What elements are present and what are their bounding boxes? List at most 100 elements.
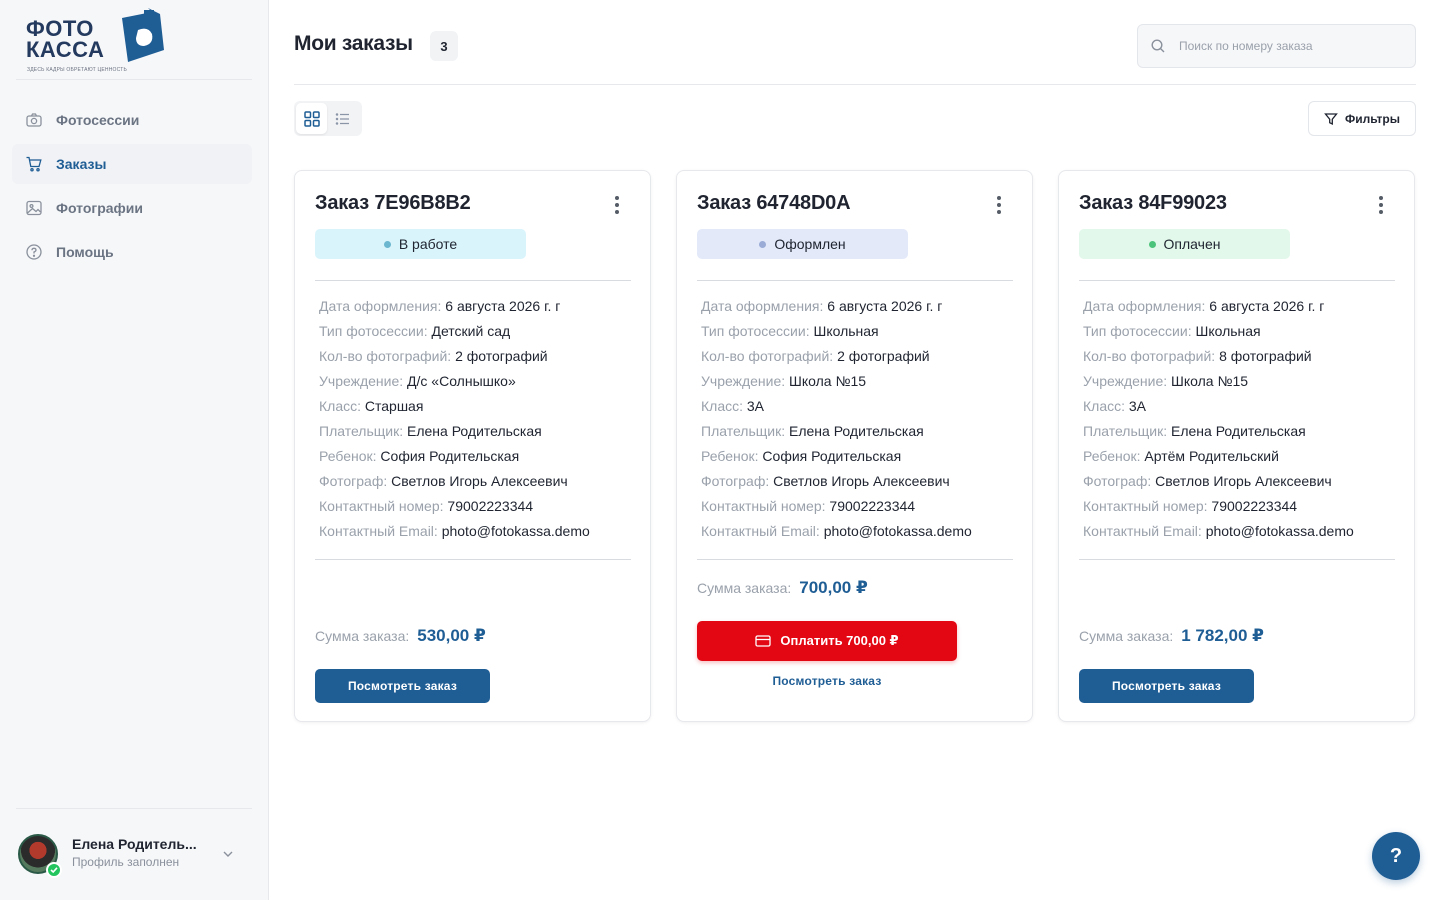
- status-dot: [1148, 240, 1156, 248]
- profile-menu[interactable]: Елена Родитель... Профиль заполнен: [16, 830, 252, 880]
- status-dot: [383, 240, 391, 248]
- order-card: Заказ 64748D0A Оформлен Дата оформления:…: [676, 170, 1033, 722]
- detail-value: 3А: [1128, 398, 1147, 414]
- more-vertical-icon[interactable]: [1371, 193, 1391, 217]
- detail-row: Контактный номер: 79002223344: [319, 494, 635, 519]
- detail-key: Дата оформления:: [1083, 298, 1206, 314]
- grid-view-button[interactable]: [296, 103, 327, 134]
- detail-row: Кол-во фотографий: 2 фотографий: [701, 344, 1017, 369]
- detail-key: Контактный номер:: [701, 498, 826, 514]
- sidebar-item-help[interactable]: Помощь: [12, 232, 252, 272]
- detail-value: Елена Родительская: [407, 423, 542, 439]
- detail-row: Контактный Email: photo@fotokassa.demo: [1083, 519, 1399, 544]
- chevron-down-icon[interactable]: [220, 846, 236, 862]
- search-box[interactable]: [1137, 24, 1416, 68]
- detail-key: Кол-во фотографий:: [701, 348, 834, 364]
- detail-key: Плательщик:: [701, 423, 786, 439]
- search-input[interactable]: [1179, 39, 1399, 53]
- sidebar-item-label: Заказы: [56, 156, 107, 172]
- more-vertical-icon[interactable]: [989, 193, 1009, 217]
- detail-value: 79002223344: [829, 498, 916, 514]
- status-badge: Оплачен: [1079, 229, 1290, 259]
- list-icon: [335, 112, 349, 125]
- filters-button[interactable]: Фильтры: [1308, 101, 1416, 136]
- detail-row: Фотограф: Светлов Игорь Алексеевич: [701, 469, 1017, 494]
- detail-value: Светлов Игорь Алексеевич: [391, 473, 568, 489]
- order-details: Дата оформления: 6 августа 2026 г. г Тип…: [701, 294, 1017, 544]
- detail-value: София Родительская: [380, 448, 520, 464]
- detail-row: Плательщик: Елена Родительская: [701, 419, 1017, 444]
- detail-value: 79002223344: [1211, 498, 1298, 514]
- order-sum: Сумма заказа: 700,00 ₽: [697, 578, 868, 598]
- credit-card-icon: [755, 635, 772, 647]
- help-circle-icon: [25, 243, 43, 261]
- detail-key: Плательщик:: [1083, 423, 1168, 439]
- detail-value: Школьная: [1195, 323, 1261, 339]
- detail-value: Елена Родительская: [789, 423, 924, 439]
- detail-value: 2 фотографий: [837, 348, 930, 364]
- status-label: Оформлен: [774, 236, 846, 252]
- detail-value: Детский сад: [431, 323, 511, 339]
- detail-row: Плательщик: Елена Родительская: [319, 419, 635, 444]
- detail-row: Фотограф: Светлов Игорь Алексеевич: [1083, 469, 1399, 494]
- more-vertical-icon[interactable]: [607, 193, 627, 217]
- page-title: Мои заказы: [294, 32, 413, 55]
- detail-row: Кол-во фотографий: 8 фотографий: [1083, 344, 1399, 369]
- status-badge: Оформлен: [697, 229, 908, 259]
- order-details: Дата оформления: 6 августа 2026 г. г Тип…: [319, 294, 635, 544]
- filter-icon: [1324, 112, 1338, 125]
- card-divider: [697, 559, 1013, 560]
- detail-key: Тип фотосессии:: [701, 323, 810, 339]
- profile-status: Профиль заполнен: [72, 855, 180, 869]
- detail-row: Учреждение: Д/с «Солнышко»: [319, 369, 635, 394]
- order-card: Заказ 7E96B8B2 В работе Дата оформления:…: [294, 170, 651, 722]
- card-divider: [315, 280, 631, 281]
- pay-button[interactable]: Оплатить 700,00 ₽: [697, 621, 957, 661]
- detail-row: Контактный номер: 79002223344: [701, 494, 1017, 519]
- detail-key: Дата оформления:: [701, 298, 824, 314]
- detail-row: Ребенок: София Родительская: [701, 444, 1017, 469]
- detail-row: Ребенок: Артём Родительский: [1083, 444, 1399, 469]
- detail-row: Класс: Старшая: [319, 394, 635, 419]
- cart-icon: [25, 155, 43, 173]
- order-card: Заказ 84F99023 Оплачен Дата оформления: …: [1058, 170, 1415, 722]
- detail-value: photo@fotokassa.demo: [823, 523, 972, 539]
- card-divider: [315, 559, 631, 560]
- list-view-button[interactable]: [327, 103, 358, 134]
- status-label: Оплачен: [1163, 236, 1221, 252]
- detail-key: Учреждение:: [701, 373, 786, 389]
- order-details: Дата оформления: 6 августа 2026 г. г Тип…: [1083, 294, 1399, 544]
- status-dot: [759, 240, 767, 248]
- view-order-button[interactable]: Посмотреть заказ: [315, 669, 490, 703]
- detail-key: Ребенок:: [1083, 448, 1141, 464]
- detail-key: Плательщик:: [319, 423, 404, 439]
- view-order-link[interactable]: Посмотреть заказ: [697, 674, 957, 688]
- detail-row: Контактный Email: photo@fotokassa.demo: [701, 519, 1017, 544]
- logo-tagline: ЗДЕСЬ КАДРЫ ОБРЕТАЮТ ЦЕННОСТЬ: [27, 67, 127, 73]
- detail-row: Класс: 3А: [701, 394, 1017, 419]
- detail-value: 6 августа 2026 г. г: [827, 298, 943, 314]
- detail-row: Ребенок: София Родительская: [319, 444, 635, 469]
- sidebar-item-photosessions[interactable]: Фотосессии: [12, 100, 252, 140]
- detail-key: Дата оформления:: [319, 298, 442, 314]
- detail-row: Тип фотосессии: Школьная: [1083, 319, 1399, 344]
- detail-row: Дата оформления: 6 августа 2026 г. г: [319, 294, 635, 319]
- detail-key: Ребенок:: [319, 448, 377, 464]
- detail-key: Контактный номер:: [319, 498, 444, 514]
- brand-logo[interactable]: ФОТО КАССА ЗДЕСЬ КАДРЫ ОБРЕТАЮТ ЦЕННОСТЬ: [26, 6, 168, 76]
- detail-value: Светлов Игорь Алексеевич: [1155, 473, 1332, 489]
- detail-row: Дата оформления: 6 августа 2026 г. г: [1083, 294, 1399, 319]
- detail-value: 8 фотографий: [1219, 348, 1312, 364]
- sum-label: Сумма заказа:: [697, 580, 792, 596]
- sidebar-item-label: Фотографии: [56, 200, 144, 216]
- view-order-button[interactable]: Посмотреть заказ: [1079, 669, 1254, 703]
- sidebar-divider: [16, 808, 252, 809]
- sidebar-item-photos[interactable]: Фотографии: [12, 188, 252, 228]
- help-fab-button[interactable]: ?: [1372, 832, 1420, 880]
- sidebar-item-orders[interactable]: Заказы: [12, 144, 252, 184]
- detail-value: Артём Родительский: [1144, 448, 1279, 464]
- sum-label: Сумма заказа:: [315, 628, 410, 644]
- status-label: В работе: [398, 236, 458, 252]
- detail-key: Кол-во фотографий:: [1083, 348, 1216, 364]
- sum-value: 1 782,00 ₽: [1181, 626, 1264, 645]
